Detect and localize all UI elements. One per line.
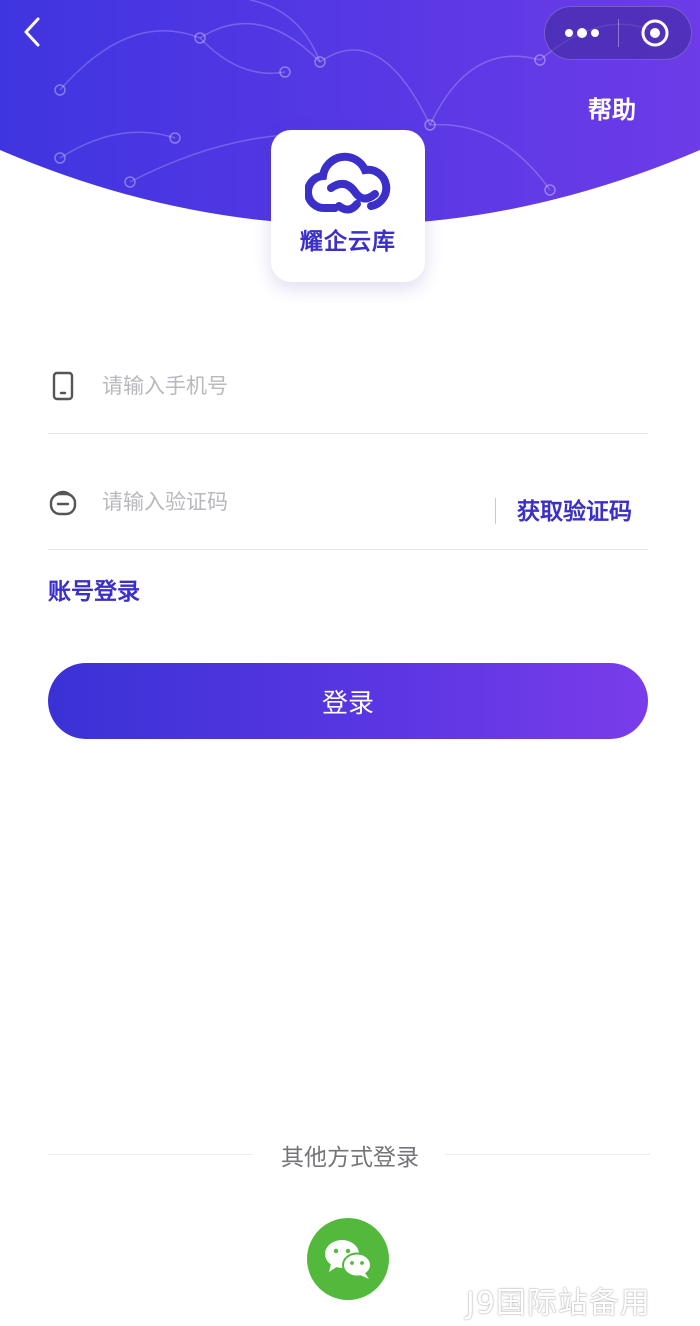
watermark-text: J9国际站备用 <box>466 1286 651 1321</box>
other-login-label: 其他方式登录 <box>281 1145 419 1171</box>
close-mini-program-button[interactable] <box>619 7 691 59</box>
chevron-left-icon <box>24 17 40 47</box>
cloud-link-icon <box>305 152 391 214</box>
app-name: 耀企云库 <box>300 229 396 255</box>
phone-icon <box>48 371 78 401</box>
back-button[interactable] <box>14 14 50 50</box>
code-divider <box>495 498 496 524</box>
code-input[interactable] <box>102 489 482 514</box>
app-logo-card: 耀企云库 <box>271 130 425 282</box>
code-field-row: 获取验证码 <box>48 454 648 550</box>
help-link[interactable]: 帮助 <box>588 90 636 125</box>
more-dots-icon <box>564 28 599 38</box>
phone-input[interactable] <box>102 373 482 398</box>
account-login-link[interactable]: 账号登录 <box>48 572 140 606</box>
shield-code-icon <box>48 487 78 517</box>
phone-field-row <box>48 338 648 434</box>
get-code-button[interactable]: 获取验证码 <box>517 492 632 526</box>
divider-line-right <box>445 1154 650 1155</box>
login-button[interactable]: 登录 <box>48 663 648 739</box>
other-login-divider: 其他方式登录 <box>0 1134 700 1174</box>
mini-program-capsule <box>544 6 692 60</box>
wechat-icon <box>325 1240 372 1279</box>
target-circle-icon <box>641 19 669 47</box>
more-button[interactable] <box>545 7 618 59</box>
wechat-login-button[interactable] <box>307 1218 389 1300</box>
